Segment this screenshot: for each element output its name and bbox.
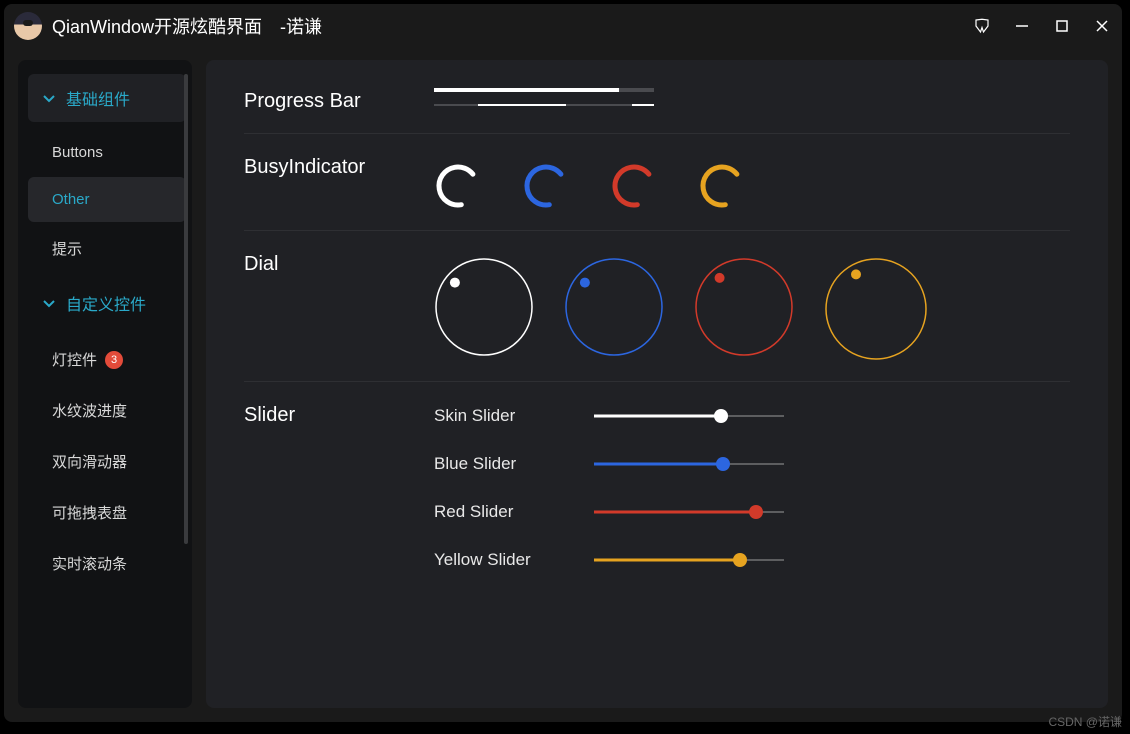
slider[interactable] bbox=[594, 552, 784, 568]
slider-thumb[interactable] bbox=[714, 409, 728, 423]
section-title-progress: Progress Bar bbox=[244, 88, 434, 113]
sidebar-item-light[interactable]: 灯控件 3 bbox=[28, 335, 186, 384]
slider-row: Red Slider bbox=[434, 502, 1070, 522]
window-controls bbox=[972, 16, 1112, 36]
slider-thumb[interactable] bbox=[716, 457, 730, 471]
sidebar-item-buttons[interactable]: Buttons bbox=[28, 130, 186, 175]
progress-segment bbox=[478, 104, 566, 106]
sidebar-item-label: 提示 bbox=[52, 238, 82, 259]
sidebar-item-other[interactable]: Other bbox=[28, 177, 186, 222]
progress-bar-1 bbox=[434, 88, 654, 92]
slider[interactable] bbox=[594, 408, 784, 424]
theme-icon[interactable] bbox=[972, 16, 992, 36]
slider-label: Red Slider bbox=[434, 502, 564, 522]
dial[interactable] bbox=[694, 257, 794, 361]
app-title: QianWindow开源炫酷界面 bbox=[52, 13, 262, 39]
section-title-slider: Slider bbox=[244, 402, 434, 570]
sidebar-item-label: 灯控件 bbox=[52, 349, 97, 370]
watermark: CSDN @诺谦 bbox=[1048, 713, 1122, 730]
busy-indicator bbox=[434, 162, 482, 210]
progress-segment bbox=[632, 104, 654, 106]
sidebar-item-label: 双向滑动器 bbox=[52, 451, 127, 472]
app-subtitle: -诺谦 bbox=[280, 13, 322, 39]
section-title-dial: Dial bbox=[244, 251, 434, 361]
busy-indicator bbox=[698, 162, 746, 210]
slider-label: Blue Slider bbox=[434, 454, 564, 474]
minimize-icon[interactable] bbox=[1012, 16, 1032, 36]
sidebar-scrollbar[interactable] bbox=[184, 74, 188, 564]
titlebar: QianWindow开源炫酷界面 -诺谦 bbox=[4, 4, 1122, 48]
sidebar-item-label: 水纹波进度 bbox=[52, 400, 127, 421]
slider-row: Blue Slider bbox=[434, 454, 1070, 474]
sidebar-item-label: 实时滚动条 bbox=[52, 553, 127, 574]
sidebar-group-basic[interactable]: 基础组件 bbox=[28, 74, 186, 122]
slider-thumb[interactable] bbox=[749, 505, 763, 519]
busy-indicator bbox=[610, 162, 658, 210]
badge: 3 bbox=[105, 351, 123, 369]
slider-row: Yellow Slider bbox=[434, 550, 1070, 570]
sidebar-item-drag-dial[interactable]: 可拖拽表盘 bbox=[28, 488, 186, 537]
sidebar-item-ripple[interactable]: 水纹波进度 bbox=[28, 386, 186, 435]
sidebar-item-label: 可拖拽表盘 bbox=[52, 502, 127, 523]
busy-indicator bbox=[522, 162, 570, 210]
chevron-down-icon bbox=[42, 91, 56, 105]
dial[interactable] bbox=[434, 257, 534, 361]
sidebar: 基础组件 Buttons Other 提示 自定义控件 灯控件 3 水纹波进度 bbox=[18, 60, 192, 708]
slider-label: Skin Slider bbox=[434, 406, 564, 426]
slider[interactable] bbox=[594, 456, 784, 472]
sidebar-item-range-slider[interactable]: 双向滑动器 bbox=[28, 437, 186, 486]
chevron-down-icon bbox=[42, 296, 56, 310]
progress-fill bbox=[434, 88, 619, 92]
maximize-icon[interactable] bbox=[1052, 16, 1072, 36]
slider-thumb[interactable] bbox=[733, 553, 747, 567]
app-avatar bbox=[14, 12, 42, 40]
progress-bar-2 bbox=[434, 104, 654, 106]
slider-label: Yellow Slider bbox=[434, 550, 564, 570]
sidebar-group-label: 自定义控件 bbox=[66, 291, 146, 315]
section-title-busy: BusyIndicator bbox=[244, 154, 434, 210]
main-panel: Progress Bar BusyIndicator bbox=[206, 60, 1108, 708]
sidebar-scroll-thumb[interactable] bbox=[184, 74, 188, 544]
sidebar-group-label: 基础组件 bbox=[66, 86, 130, 110]
slider-row: Skin Slider bbox=[434, 406, 1070, 426]
sidebar-group-custom[interactable]: 自定义控件 bbox=[28, 279, 186, 327]
sidebar-item-live-scroll[interactable]: 实时滚动条 bbox=[28, 539, 186, 588]
dial[interactable] bbox=[564, 257, 664, 361]
sidebar-item-tips[interactable]: 提示 bbox=[28, 224, 186, 273]
sidebar-item-label: Other bbox=[52, 191, 90, 208]
slider[interactable] bbox=[594, 504, 784, 520]
sidebar-item-label: Buttons bbox=[52, 144, 103, 161]
dial[interactable] bbox=[824, 257, 928, 361]
close-icon[interactable] bbox=[1092, 16, 1112, 36]
